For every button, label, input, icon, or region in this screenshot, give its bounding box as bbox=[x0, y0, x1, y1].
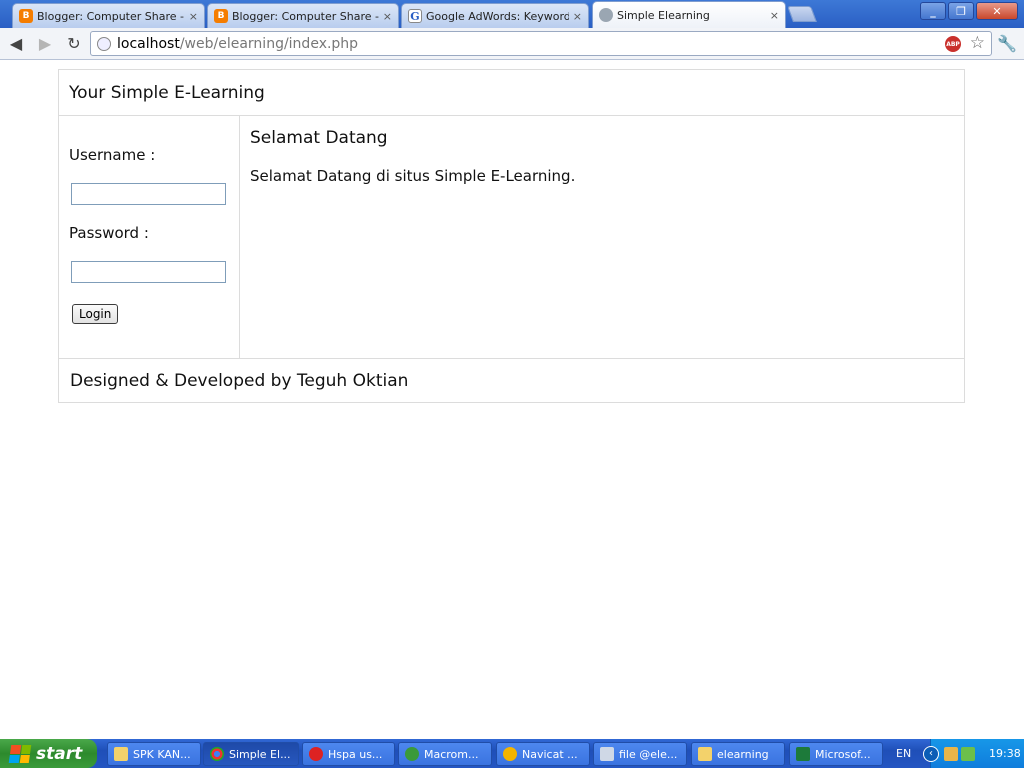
windows-logo-icon bbox=[8, 744, 32, 763]
taskbar-item-navicat[interactable]: Navicat ... bbox=[496, 742, 590, 766]
site-footer: Designed & Developed by Teguh Oktian bbox=[70, 371, 409, 391]
tray-expand-icon[interactable]: ‹ bbox=[923, 745, 939, 762]
taskbar-item-file[interactable]: file @ele... bbox=[593, 742, 687, 766]
navicat-icon bbox=[503, 747, 517, 761]
restore-icon[interactable]: ❐ bbox=[948, 2, 974, 20]
password-input[interactable] bbox=[71, 261, 226, 283]
site-header: Your Simple E-Learning bbox=[59, 70, 964, 116]
login-button[interactable]: Login bbox=[72, 304, 119, 324]
taskbar-item-label: Navicat ... bbox=[522, 747, 578, 761]
wrench-icon[interactable]: 🔧 bbox=[994, 30, 1020, 56]
tab-close-icon[interactable]: × bbox=[573, 10, 582, 23]
notepad-icon bbox=[600, 747, 614, 761]
login-sidebar: Username : Password : Login bbox=[59, 116, 240, 358]
content-text: Selamat Datang di situs Simple E-Learnin… bbox=[250, 167, 576, 185]
page-icon bbox=[97, 36, 111, 51]
back-icon[interactable]: ◀ bbox=[3, 31, 29, 57]
minimize-icon[interactable]: _ bbox=[920, 2, 946, 20]
language-indicator[interactable]: EN bbox=[896, 747, 911, 760]
taskbar-item-label: Microsof... bbox=[815, 747, 871, 761]
browser-titlebar: B Blogger: Computer Share - All × B Blog… bbox=[0, 0, 1024, 28]
username-label: Username : bbox=[69, 146, 156, 164]
main-content: Selamat Datang Selamat Datang di situs S… bbox=[240, 116, 964, 358]
taskbar-item-label: SPK KAN... bbox=[133, 747, 191, 761]
address-bar[interactable]: localhost/web/elearning/index.php ABP ☆ bbox=[90, 31, 992, 56]
excel-icon bbox=[796, 747, 810, 761]
start-label: start bbox=[36, 743, 83, 764]
url-path: /web/elearning/index.php bbox=[179, 35, 359, 52]
browser-tab-3[interactable]: G Google AdWords: Keyword To × bbox=[401, 3, 589, 28]
google-icon: G bbox=[408, 9, 422, 23]
close-window-icon[interactable]: ✕ bbox=[976, 2, 1018, 20]
tab-close-icon[interactable]: × bbox=[383, 10, 392, 23]
reload-icon[interactable]: ↻ bbox=[61, 31, 87, 57]
tab-title: Google AdWords: Keyword To bbox=[426, 9, 569, 23]
taskbar-item-label: file @ele... bbox=[619, 747, 678, 761]
folder-icon bbox=[114, 747, 128, 761]
taskbar-item-elearning[interactable]: elearning bbox=[691, 742, 785, 766]
start-button[interactable]: start bbox=[0, 739, 97, 768]
password-label: Password : bbox=[69, 224, 149, 242]
tab-close-icon[interactable]: × bbox=[189, 10, 198, 23]
taskbar-item-label: Simple El... bbox=[229, 747, 291, 761]
tab-title: Blogger: Computer Share - Cre bbox=[232, 9, 379, 23]
taskbar-item-label: elearning bbox=[717, 747, 769, 761]
browser-tab-active[interactable]: Simple Elearning × bbox=[592, 1, 786, 28]
new-tab-button[interactable] bbox=[787, 6, 817, 22]
taskbar-item-macromedia[interactable]: Macrom... bbox=[398, 742, 492, 766]
tab-title: Simple Elearning bbox=[617, 8, 710, 22]
forward-icon[interactable]: ▶ bbox=[32, 31, 58, 57]
page-viewport: Your Simple E-Learning Username : Passwo… bbox=[0, 61, 1024, 736]
taskbar-item-spk[interactable]: SPK KAN... bbox=[107, 742, 201, 766]
taskbar-item-hspa[interactable]: Hspa us... bbox=[302, 742, 395, 766]
browser-toolbar: ◀ ▶ ↻ localhost/web/elearning/index.php … bbox=[0, 28, 1024, 60]
site-container: Your Simple E-Learning Username : Passwo… bbox=[58, 69, 965, 403]
blogger-icon: B bbox=[19, 9, 33, 23]
bookmark-star-icon[interactable]: ☆ bbox=[970, 33, 985, 53]
url-host: localhost bbox=[117, 35, 180, 52]
folder-icon bbox=[698, 747, 712, 761]
network-icon[interactable] bbox=[944, 746, 958, 761]
content-heading: Selamat Datang bbox=[250, 128, 388, 148]
site-body: Username : Password : Login Selamat Data… bbox=[59, 116, 964, 359]
adblock-icon[interactable]: ABP bbox=[945, 36, 961, 52]
window-controls: _ ❐ ✕ bbox=[920, 2, 1018, 20]
browser-tab-1[interactable]: B Blogger: Computer Share - All × bbox=[12, 3, 205, 28]
taskbar-item-excel[interactable]: Microsof... bbox=[789, 742, 883, 766]
username-input[interactable] bbox=[71, 183, 226, 205]
system-tray: ‹ 19:38 bbox=[923, 739, 1024, 768]
blogger-icon: B bbox=[214, 9, 228, 23]
taskbar-item-label: Hspa us... bbox=[328, 747, 383, 761]
modem-icon bbox=[309, 747, 323, 761]
tab-title: Blogger: Computer Share - All bbox=[37, 9, 185, 23]
globe-icon bbox=[599, 8, 613, 22]
clock[interactable]: 19:38 bbox=[989, 747, 1021, 760]
taskbar-item-chrome[interactable]: Simple El... bbox=[203, 742, 299, 766]
taskbar-item-label: Macrom... bbox=[424, 747, 479, 761]
tray-app-icon[interactable] bbox=[961, 746, 975, 761]
dreamweaver-icon bbox=[405, 747, 419, 761]
tab-close-icon[interactable]: × bbox=[770, 9, 779, 22]
browser-tab-2[interactable]: B Blogger: Computer Share - Cre × bbox=[207, 3, 399, 28]
chrome-icon bbox=[210, 747, 224, 761]
windows-taskbar: start SPK KAN... Simple El... Hspa us...… bbox=[0, 739, 1024, 768]
